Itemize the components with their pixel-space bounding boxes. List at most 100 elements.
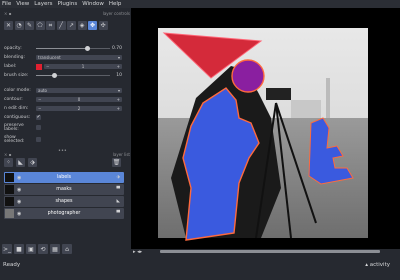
show-selected-row: show selected: [4,135,122,144]
console-icon[interactable]: >_ [2,244,12,254]
menu-view[interactable]: View [16,1,29,7]
brush-size-slider[interactable] [36,72,110,78]
photo-camera [266,88,291,100]
color-mode-row: color mode: auto ▾ [4,87,122,94]
home-icon[interactable]: ⌂ [62,244,72,254]
minus-icon[interactable]: − [46,64,49,70]
plus-icon[interactable]: + [117,106,120,112]
n-edit-dim-value: 2 [77,105,81,111]
label-tool-row: ✕ ◔ ✎ ⬠ ⌗ ╱ ↗ ◈ ✥ ✣ [4,21,108,31]
opacity-label: opacity: [4,46,22,51]
move-icon[interactable]: ✣ [98,21,108,30]
show-selected-label: show selected: [4,134,25,144]
brush-size-slider-knob[interactable] [52,72,57,78]
new-points-icon[interactable]: ⁘ [4,158,13,167]
layer-name[interactable]: shapes [4,199,124,204]
blending-value: translucent [38,54,61,60]
contour-label: contour: [4,97,23,102]
color-mode-label: color mode: [4,88,31,93]
layer-list-title: layer list [112,152,130,157]
opacity-slider[interactable] [36,45,110,51]
square-icon[interactable]: ■ [14,244,24,254]
blending-label: blending: [4,55,26,60]
blending-select[interactable]: translucent ▾ [36,54,122,61]
brush-size-value: 10 [116,73,122,78]
chevron-down-icon: ▾ [117,87,120,93]
play-icon[interactable]: ▸ ◂▸ [133,249,142,255]
brush-size-label: brush size: [4,73,29,78]
photo-building [291,100,321,118]
path-icon[interactable]: ↗ [67,21,76,30]
label-purple-head [231,59,265,93]
fill-icon[interactable]: ◔ [14,21,24,30]
polygon-icon[interactable]: ⬠ [35,21,45,30]
opacity-row: opacity: 0.70 [4,45,122,52]
contour-value: 0 [77,96,81,102]
contour-spinbox[interactable]: − 0 + [36,96,122,103]
menu-layers[interactable]: Layers [34,1,52,7]
color-mode-select[interactable]: auto ▾ [36,87,122,94]
layer-toolbar: ⁘ ◣ ⬗ 🗑 [4,158,124,168]
chevron-down-icon: ▾ [117,54,120,60]
layer-name[interactable]: masks [4,187,124,192]
n-edit-dim-row: n edit dim: − 2 + [4,105,122,112]
label-label: label: [4,64,17,69]
layer-list-header: × ▪ layer list [0,151,134,158]
menubar: File View Layers Plugins Window Help [0,0,400,8]
menu-plugins[interactable]: Plugins [57,1,77,7]
opacity-value: 0.70 [111,46,122,51]
new-labels-icon[interactable]: ⬗ [28,158,37,167]
trash-icon[interactable]: 🗑 [112,158,121,167]
label-spinbox[interactable]: − 1 + [44,63,122,70]
color-mode-value: auto [38,87,48,93]
pan-zoom-icon[interactable]: ✥ [88,21,97,30]
layer-row-labels[interactable]: ◉ labels ⬗ [4,172,124,183]
label-color-swatch[interactable] [36,63,42,70]
layer-row-photographer[interactable]: ◉ photographer ▀ [4,208,124,219]
dock-close-icon[interactable]: × ▪ [4,11,11,16]
labels-icon: ⬗ [116,175,120,180]
label-value: 1 [81,63,85,69]
pick-icon[interactable]: ✎ [25,21,34,30]
canvas-image [158,28,368,241]
contiguous-checkbox[interactable] [36,114,41,120]
n-edit-dim-spinbox[interactable]: − 2 + [36,105,122,112]
new-shapes-icon[interactable]: ◣ [16,158,25,167]
dock-close-icon[interactable]: × ▪ [4,152,11,157]
dims-slider[interactable] [160,250,380,253]
plus-icon[interactable]: + [117,97,120,103]
opacity-slider-fill [36,47,88,50]
image-icon: ▀ [116,187,120,192]
rotate-icon[interactable]: ⟲ [38,244,48,254]
n-edit-dim-label: n edit dim: [4,106,29,111]
preserve-labels-checkbox[interactable] [36,125,41,130]
menu-window[interactable]: Window [82,1,104,7]
preserve-labels-label: preserve labels: [4,122,24,132]
viewer-buttons: >_ ■ ▣ ⟲ ▦ ⌂ [2,244,72,256]
layer-controls-header: × ▪ layer controls [0,10,134,17]
menu-file[interactable]: File [2,1,11,7]
grid-square-icon[interactable]: ▣ [26,244,36,254]
select-icon[interactable]: ◈ [77,21,87,30]
line-icon[interactable]: ╱ [56,21,66,30]
minus-icon[interactable]: − [38,106,41,112]
layer-name[interactable]: labels [4,175,124,180]
layer-row-shapes[interactable]: ◉ shapes ◣ [4,196,124,207]
menu-help[interactable]: Help [109,1,122,7]
blending-row: blending: translucent ▾ [4,54,122,61]
rect-icon[interactable]: ⌗ [46,21,55,30]
grid-icon[interactable]: ▦ [50,244,60,254]
status-bar [0,262,400,280]
preserve-labels-row: preserve labels: [4,123,122,132]
contiguous-label: contiguous: [4,115,31,120]
viewer-canvas[interactable] [131,8,400,254]
brush-size-row: brush size: 10 [4,72,122,79]
plus-icon[interactable]: + [117,64,120,70]
opacity-slider-knob[interactable] [85,45,91,51]
show-selected-checkbox[interactable] [36,137,41,142]
erase-icon[interactable]: ✕ [4,21,13,30]
activity-button[interactable]: ▴ activity [365,262,390,268]
layer-row-masks[interactable]: ◉ masks ▀ [4,184,124,195]
layer-name[interactable]: photographer [4,211,124,216]
minus-icon[interactable]: − [38,97,41,103]
